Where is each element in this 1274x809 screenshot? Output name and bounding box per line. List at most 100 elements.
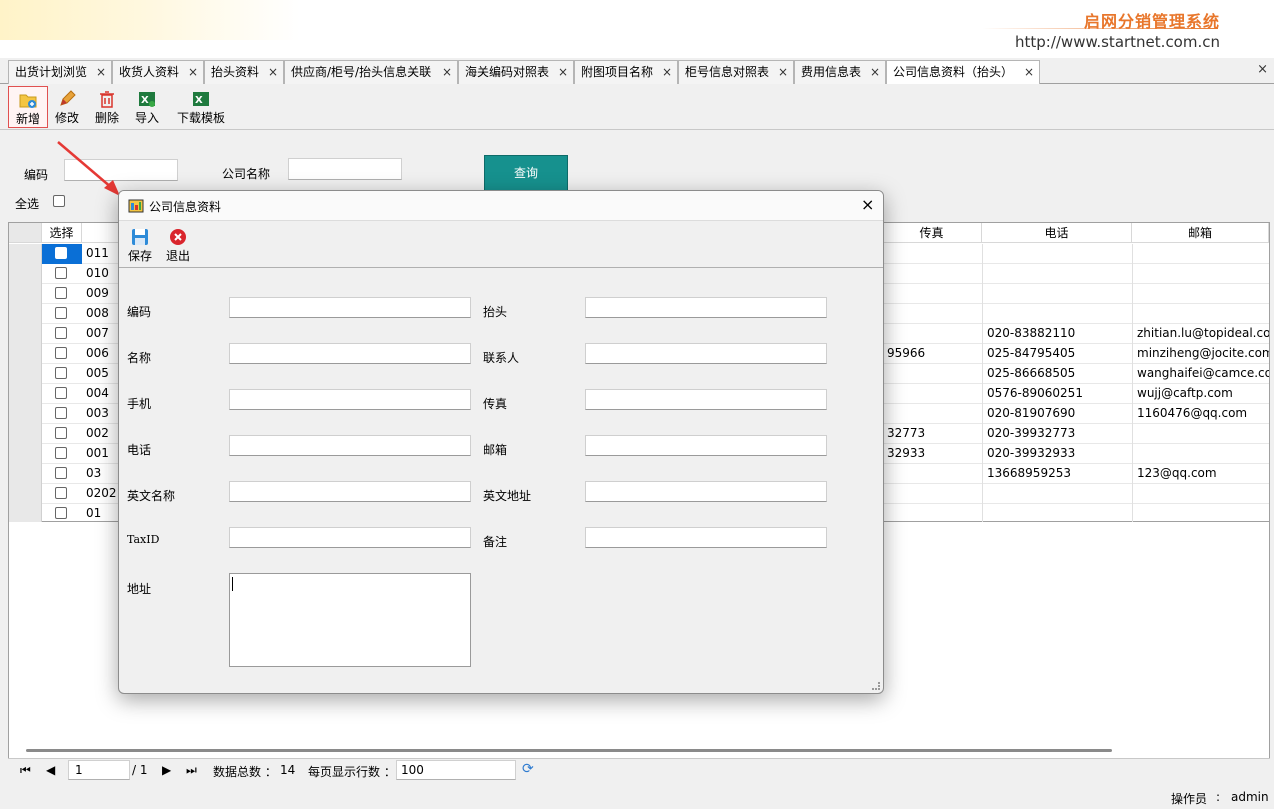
- row-header[interactable]: [9, 304, 42, 324]
- refresh-icon[interactable]: ⟳: [522, 761, 534, 777]
- select-cell[interactable]: [42, 384, 82, 404]
- tab-fee-info[interactable]: 费用信息表 ×: [794, 60, 886, 84]
- select-cell[interactable]: [42, 364, 82, 384]
- tab-consignee[interactable]: 收货人资料 ×: [112, 60, 204, 84]
- tab-attachment-items[interactable]: 附图项目名称 ×: [574, 60, 678, 84]
- row-checkbox[interactable]: [55, 407, 67, 419]
- page-input[interactable]: 1: [68, 760, 130, 780]
- close-icon[interactable]: ×: [188, 61, 198, 83]
- horizontal-scrollbar[interactable]: [26, 749, 1112, 752]
- select-cell[interactable]: [42, 344, 82, 364]
- tab-header-info[interactable]: 抬头资料 ×: [204, 60, 284, 84]
- select-cell[interactable]: [42, 264, 82, 284]
- download-template-button[interactable]: X 下载模板: [172, 86, 230, 128]
- row-header[interactable]: [9, 424, 42, 444]
- row-header[interactable]: [9, 284, 42, 304]
- select-cell[interactable]: [42, 504, 82, 524]
- row-header[interactable]: [9, 244, 42, 264]
- tab-container-info[interactable]: 柜号信息对照表 ×: [678, 60, 794, 84]
- close-icon[interactable]: ×: [662, 61, 672, 83]
- select-cell[interactable]: [42, 324, 82, 344]
- tab-shipment-plan[interactable]: 出货计划浏览 ×: [8, 60, 112, 84]
- close-icon[interactable]: ×: [870, 61, 880, 83]
- row-checkbox[interactable]: [55, 487, 67, 499]
- row-header[interactable]: [9, 404, 42, 424]
- first-page-icon[interactable]: ⏮: [20, 763, 31, 778]
- import-button[interactable]: X 导入: [130, 86, 164, 128]
- row-checkbox[interactable]: [55, 347, 67, 359]
- phone-field[interactable]: [229, 435, 471, 456]
- select-cell[interactable]: [42, 464, 82, 484]
- row-checkbox[interactable]: [55, 387, 67, 399]
- row-header[interactable]: [9, 264, 42, 284]
- close-icon[interactable]: ×: [778, 61, 788, 83]
- save-button[interactable]: 保存: [125, 226, 155, 268]
- column-header-fax[interactable]: 传真: [882, 223, 982, 243]
- close-icon[interactable]: ×: [442, 61, 452, 83]
- select-cell[interactable]: [42, 404, 82, 424]
- mobile-field[interactable]: [229, 389, 471, 410]
- code-filter-input[interactable]: [64, 159, 178, 181]
- en-address-field[interactable]: [585, 481, 827, 502]
- row-header[interactable]: [9, 444, 42, 464]
- row-checkbox[interactable]: [55, 467, 67, 479]
- select-cell[interactable]: [42, 304, 82, 324]
- row-header[interactable]: [9, 504, 42, 524]
- row-checkbox[interactable]: [55, 307, 67, 319]
- name-field[interactable]: [229, 343, 471, 364]
- close-all-tabs-icon[interactable]: ×: [1257, 62, 1268, 77]
- query-button[interactable]: 查询: [484, 155, 568, 191]
- column-header-email[interactable]: 邮箱: [1132, 223, 1269, 243]
- select-cell[interactable]: [42, 424, 82, 444]
- tax-id-field[interactable]: [229, 527, 471, 548]
- row-checkbox[interactable]: [55, 267, 67, 279]
- select-cell[interactable]: [42, 244, 82, 264]
- tab-supplier-link[interactable]: 供应商/柜号/抬头信息关联 ×: [284, 60, 458, 84]
- select-cell[interactable]: [42, 284, 82, 304]
- row-header[interactable]: [9, 484, 42, 504]
- row-checkbox[interactable]: [55, 367, 67, 379]
- close-icon[interactable]: ×: [1024, 61, 1034, 83]
- dialog-close-icon[interactable]: ×: [861, 195, 874, 214]
- close-icon[interactable]: ×: [96, 61, 106, 83]
- prev-page-icon[interactable]: ◀: [46, 763, 55, 777]
- contact-field[interactable]: [585, 343, 827, 364]
- email-field[interactable]: [585, 435, 827, 456]
- add-button[interactable]: 新增: [8, 86, 48, 128]
- column-header-select[interactable]: 选择: [42, 223, 82, 243]
- row-header[interactable]: [9, 344, 42, 364]
- header-field[interactable]: [585, 297, 827, 318]
- close-icon[interactable]: ×: [268, 61, 278, 83]
- tab-company-info[interactable]: 公司信息资料（抬头） ×: [886, 60, 1040, 85]
- fax-field[interactable]: [585, 389, 827, 410]
- en-name-field[interactable]: [229, 481, 471, 502]
- row-checkbox[interactable]: [55, 427, 67, 439]
- tab-customs-code[interactable]: 海关编码对照表 ×: [458, 60, 574, 84]
- address-textarea[interactable]: [229, 573, 471, 667]
- row-checkbox[interactable]: [55, 447, 67, 459]
- row-checkbox[interactable]: [55, 327, 67, 339]
- per-page-input[interactable]: 100: [396, 760, 516, 780]
- delete-button[interactable]: 删除: [90, 86, 124, 128]
- row-header[interactable]: [9, 464, 42, 484]
- edit-button[interactable]: 修改: [50, 86, 84, 128]
- code-field[interactable]: [229, 297, 471, 318]
- row-header[interactable]: [9, 324, 42, 344]
- row-header[interactable]: [9, 364, 42, 384]
- import-label: 导入: [134, 111, 159, 125]
- last-page-icon[interactable]: ⏭: [186, 763, 197, 778]
- select-cell[interactable]: [42, 444, 82, 464]
- exit-button[interactable]: 退出: [163, 226, 193, 268]
- resize-grip[interactable]: [872, 682, 880, 690]
- remark-field[interactable]: [585, 527, 827, 548]
- row-checkbox[interactable]: [55, 247, 67, 259]
- next-page-icon[interactable]: ▶: [162, 763, 171, 777]
- company-name-filter-input[interactable]: [288, 158, 402, 180]
- row-checkbox[interactable]: [55, 507, 67, 519]
- column-header-phone[interactable]: 电话: [982, 223, 1132, 243]
- close-icon[interactable]: ×: [558, 61, 568, 83]
- select-all-checkbox[interactable]: [53, 195, 65, 207]
- row-checkbox[interactable]: [55, 287, 67, 299]
- row-header[interactable]: [9, 384, 42, 404]
- select-cell[interactable]: [42, 484, 82, 504]
